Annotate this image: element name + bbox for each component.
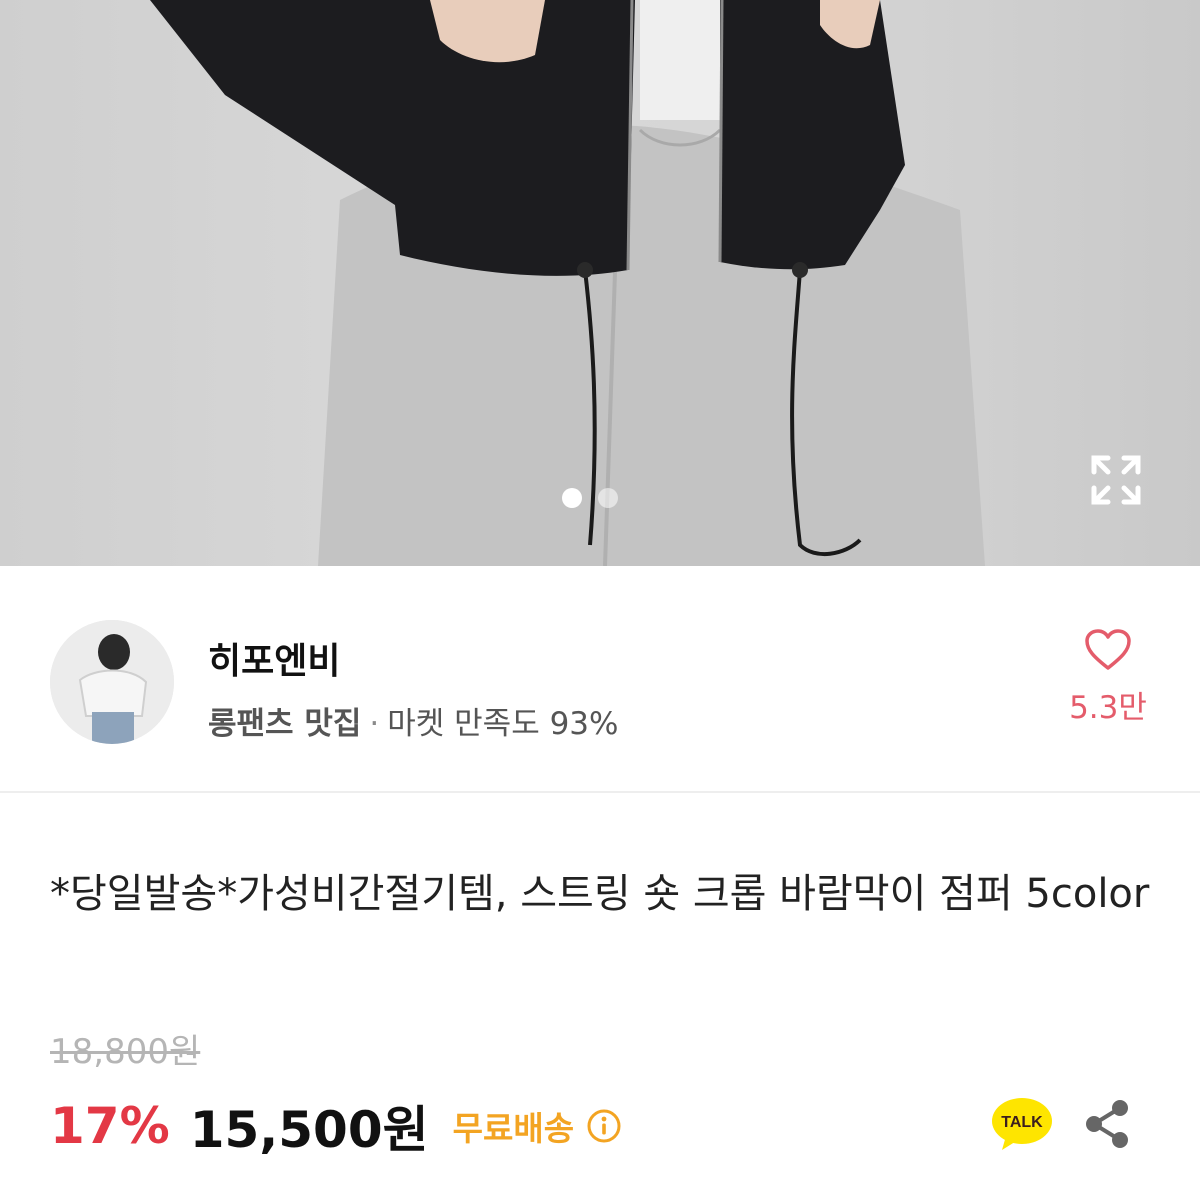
talk-label: TALK (1001, 1114, 1043, 1131)
product-image[interactable] (0, 0, 1200, 566)
price-row: 17% 15,500원 무료배송 (50, 1094, 622, 1159)
slide-dot[interactable] (562, 488, 582, 508)
slide-dot[interactable] (598, 488, 618, 508)
expand-icon[interactable] (1088, 452, 1144, 508)
original-price: 18,800원 (50, 1032, 201, 1072)
avatar[interactable] (50, 620, 174, 744)
section-divider (0, 791, 1200, 793)
meta-separator: · (369, 706, 380, 742)
slide-indicator[interactable] (562, 488, 618, 508)
seller-info: 히포엔비 롱팬츠 맛집 · 마켓 만족도 93% 5.3만 (0, 566, 1200, 791)
sale-price: 15,500원 (189, 1101, 429, 1159)
seller-meta: 롱팬츠 맛집 · 마켓 만족도 93% (208, 698, 618, 743)
product-title: *당일발송*가성비간절기템, 스트링 숏 크롭 바람막이 점퍼 5color (50, 871, 1150, 917)
heart-outline-icon (1085, 629, 1131, 670)
share-icon[interactable] (1082, 1098, 1132, 1150)
market-satisfaction: 마켓 만족도 93% (387, 706, 619, 742)
like-count: 5.3만 (1069, 690, 1147, 726)
seller-name[interactable]: 히포엔비 (208, 632, 340, 684)
discount-rate: 17% (50, 1097, 170, 1155)
info-circle-icon[interactable] (586, 1108, 622, 1144)
seller-tag: 롱팬츠 맛집 (208, 706, 362, 742)
product-photo-graphic (150, 0, 985, 566)
kakao-talk-icon[interactable]: TALK (990, 1096, 1054, 1152)
free-shipping-label: 무료배송 (452, 1109, 575, 1148)
like-button[interactable]: 5.3만 (1062, 628, 1154, 727)
